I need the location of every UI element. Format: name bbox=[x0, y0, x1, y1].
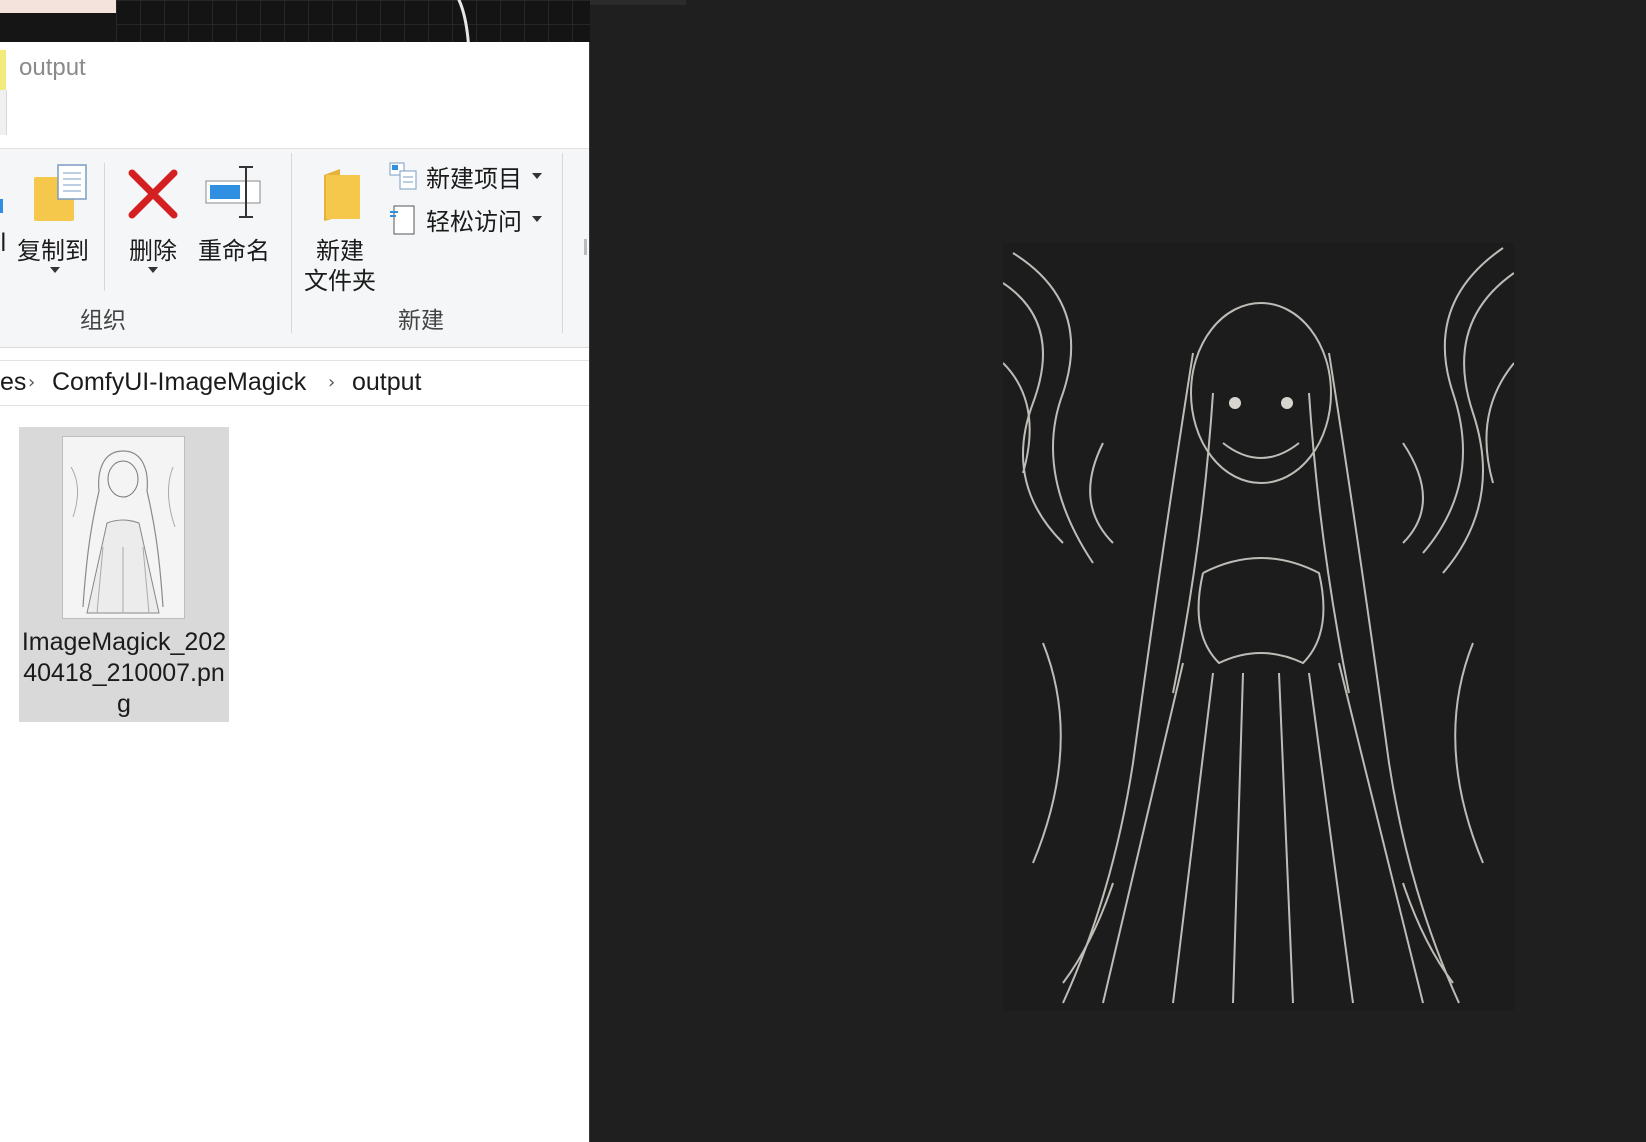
file-name: ImageMagick_20240418_210007.png bbox=[21, 628, 227, 718]
easy-access-icon bbox=[390, 205, 415, 235]
node-canvas-grid bbox=[116, 0, 590, 42]
rename-button[interactable]: 重命名 bbox=[196, 163, 272, 293]
thumbnail-image bbox=[63, 437, 184, 618]
new-folder-label-line2: 文件夹 bbox=[304, 267, 376, 295]
new-folder-button[interactable]: 新建 文件夹 bbox=[302, 163, 378, 295]
preview-artwork bbox=[1003, 243, 1514, 1011]
address-bar[interactable]: es › ComfyUI-ImageMagick › output bbox=[0, 360, 589, 406]
window-title: output bbox=[19, 54, 86, 81]
ribbon-toolbar: l 复制到 删除 重命名 新建 文件夹 新建项目 轻松访问 组织 新建 bbox=[0, 148, 589, 348]
new-folder-icon bbox=[324, 169, 360, 221]
ribbon-separator bbox=[562, 153, 563, 333]
new-item-button[interactable]: 新建项目 bbox=[388, 159, 544, 195]
new-item-label: 新建项目 bbox=[426, 165, 522, 193]
copy-to-caret bbox=[50, 267, 60, 273]
folder-title-icon bbox=[0, 50, 6, 90]
partial-left-icon[interactable] bbox=[0, 199, 3, 213]
copy-to-label: 复制到 bbox=[17, 237, 89, 265]
delete-button[interactable]: 删除 bbox=[122, 163, 184, 293]
title-bar: output bbox=[0, 42, 589, 148]
easy-access-label: 轻松访问 bbox=[426, 208, 522, 236]
group-label-organize: 组织 bbox=[80, 308, 126, 334]
breadcrumb-partial[interactable]: es bbox=[0, 368, 26, 397]
new-item-caret bbox=[532, 173, 542, 179]
easy-access-caret bbox=[532, 216, 542, 222]
file-item[interactable]: ImageMagick_20240418_210007.png bbox=[19, 427, 229, 722]
copy-to-button[interactable]: 复制到 bbox=[16, 163, 90, 293]
top-tab-strip bbox=[590, 0, 686, 5]
breadcrumb-comfyui-imagemagick[interactable]: ComfyUI-ImageMagick bbox=[52, 368, 306, 397]
partial-left-label[interactable]: l bbox=[0, 229, 7, 257]
title-divider bbox=[0, 90, 7, 135]
file-explorer-window: output l 复制到 删除 重命名 新建 文件夹 新建项目 轻松访问 组织 … bbox=[0, 42, 590, 1142]
new-item-icon bbox=[389, 162, 417, 190]
delete-icon bbox=[128, 169, 178, 219]
rename-label: 重命名 bbox=[198, 237, 270, 265]
rename-icon bbox=[205, 166, 261, 218]
easy-access-button[interactable]: 轻松访问 bbox=[388, 202, 544, 238]
breadcrumb-output[interactable]: output bbox=[352, 368, 422, 397]
delete-caret bbox=[148, 267, 158, 273]
group-label-new: 新建 bbox=[398, 308, 444, 334]
delete-label: 删除 bbox=[129, 237, 177, 265]
copy-to-icon bbox=[34, 164, 87, 221]
ribbon-separator bbox=[291, 153, 292, 333]
chevron-right-icon: › bbox=[28, 372, 36, 393]
partial-right-mark bbox=[584, 239, 587, 255]
background-window-edge bbox=[0, 0, 116, 13]
file-thumbnail bbox=[62, 436, 185, 619]
chevron-right-icon: › bbox=[328, 372, 336, 393]
ribbon-separator bbox=[104, 163, 105, 291]
image-preview bbox=[1003, 243, 1514, 1011]
